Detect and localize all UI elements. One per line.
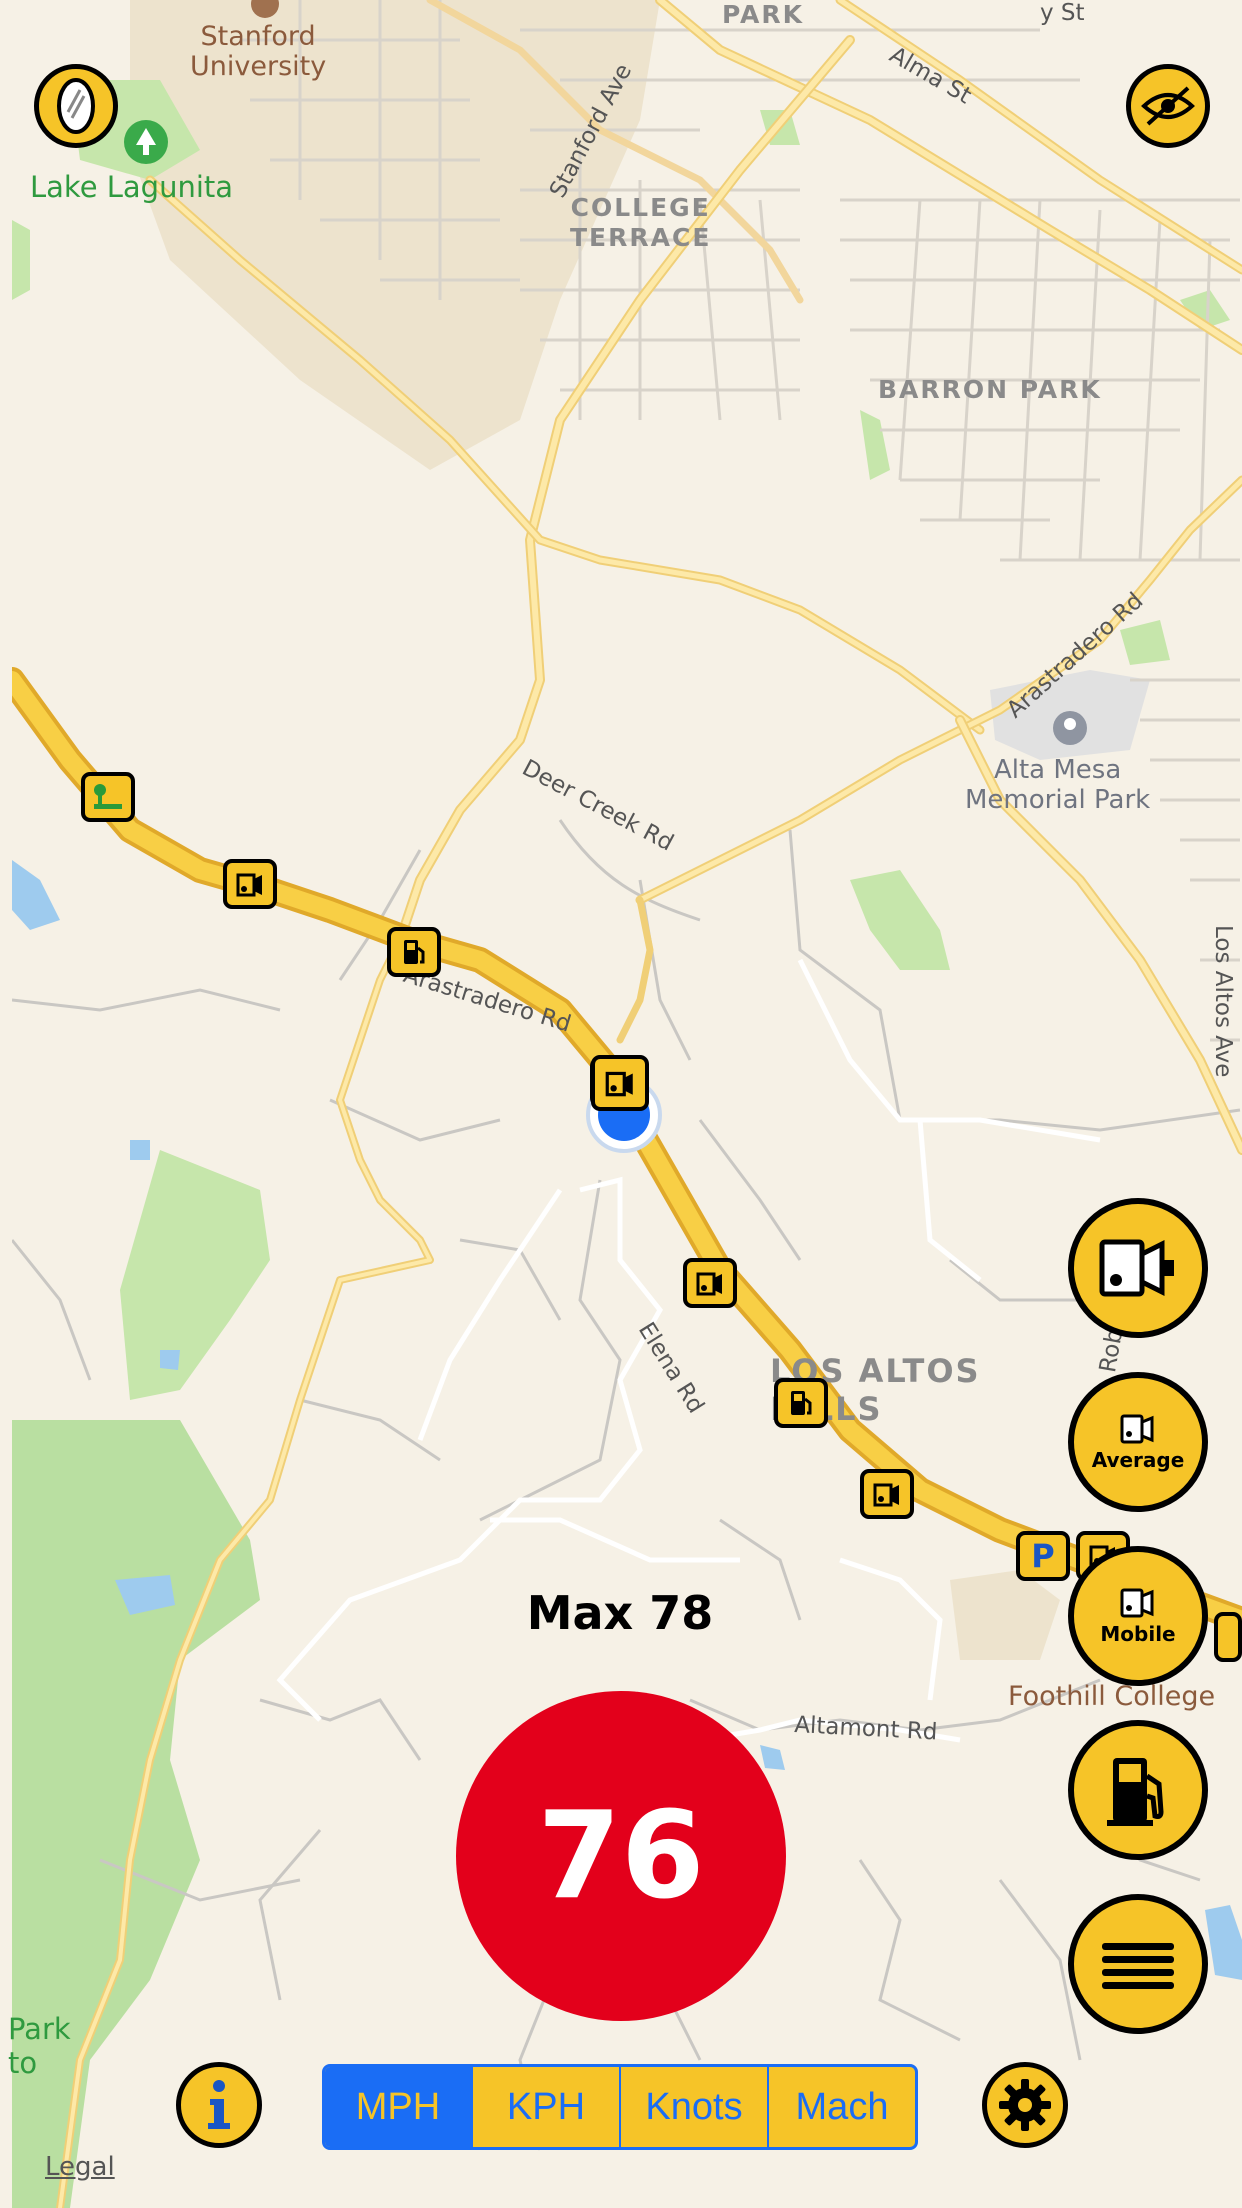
speed-camera-marker[interactable]	[860, 1469, 914, 1519]
fuel-station-marker[interactable]	[774, 1378, 828, 1428]
current-speed-display[interactable]: 76	[456, 1691, 786, 2021]
settings-button[interactable]	[982, 2062, 1068, 2148]
rest-area-marker[interactable]	[81, 772, 135, 822]
max-speed-label: Max 78	[526, 1586, 714, 1640]
label-foothill-college: Foothill College	[1008, 1681, 1216, 1712]
unit-knots-button[interactable]: Knots	[621, 2067, 769, 2147]
fuel-icon	[791, 1391, 812, 1415]
unit-kph-button[interactable]: KPH	[473, 2067, 621, 2147]
mirror-button[interactable]	[34, 64, 118, 148]
hide-button[interactable]	[1126, 64, 1210, 148]
mirror-icon	[57, 78, 95, 134]
camera-icon	[236, 873, 262, 897]
camera-icon	[605, 1071, 633, 1097]
label-park-top: PARK	[722, 0, 804, 29]
fuel-icon	[404, 940, 425, 964]
unit-mach-button[interactable]: Mach	[769, 2067, 915, 2147]
fixed-camera-button[interactable]	[1068, 1198, 1208, 1338]
camera-icon	[696, 1272, 722, 1296]
legal-link[interactable]: Legal	[45, 2152, 115, 2182]
label-stanford: Stanford University	[190, 21, 327, 82]
mobile-label: Mobile	[1100, 1622, 1176, 1646]
fuel-station-marker[interactable]	[387, 927, 441, 977]
fixed-camera-icon	[1099, 1239, 1174, 1297]
average-label: Average	[1091, 1448, 1185, 1472]
label-lake-lagunita: Lake Lagunita	[30, 170, 234, 204]
average-camera-icon	[1120, 1414, 1154, 1444]
label-los-altos-ave: Los Altos Ave	[1210, 925, 1236, 1078]
fuel-button[interactable]	[1068, 1720, 1208, 1860]
label-college-terrace: COLLEGE TERRACE	[570, 193, 712, 252]
label-top-st: y St	[1040, 0, 1085, 26]
label-barron-park: BARRON PARK	[878, 375, 1102, 404]
menu-icon	[1102, 1943, 1174, 1989]
speed-camera-marker[interactable]	[683, 1258, 737, 1308]
menu-button[interactable]	[1068, 1894, 1208, 2034]
info-icon	[208, 2080, 230, 2129]
rest-area-icon	[94, 784, 122, 809]
mobile-camera-icon	[1120, 1588, 1154, 1618]
speed-camera-marker[interactable]	[223, 859, 277, 909]
eye-off-icon	[1141, 86, 1195, 126]
fuel-pump-icon	[1107, 1758, 1164, 1826]
current-speed-value: 76	[537, 1786, 705, 1926]
info-button[interactable]	[176, 2062, 262, 2148]
parking-marker[interactable]: P	[1016, 1531, 1070, 1581]
average-speed-button[interactable]: Average	[1068, 1372, 1208, 1512]
parking-icon: P	[1031, 1537, 1055, 1575]
speed-camera-marker-edge[interactable]	[1214, 1612, 1242, 1662]
units-segmented-control[interactable]: MPH KPH Knots Mach	[322, 2064, 918, 2150]
camera-icon	[873, 1483, 899, 1507]
unit-mph-button[interactable]: MPH	[325, 2067, 473, 2147]
mobile-camera-button[interactable]: Mobile	[1068, 1546, 1208, 1686]
label-alta-mesa: Alta Mesa Memorial Park	[965, 755, 1151, 815]
label-park-bottom: Park to	[8, 2012, 71, 2080]
gear-icon	[999, 2079, 1051, 2131]
speed-camera-marker-current[interactable]	[591, 1055, 649, 1111]
